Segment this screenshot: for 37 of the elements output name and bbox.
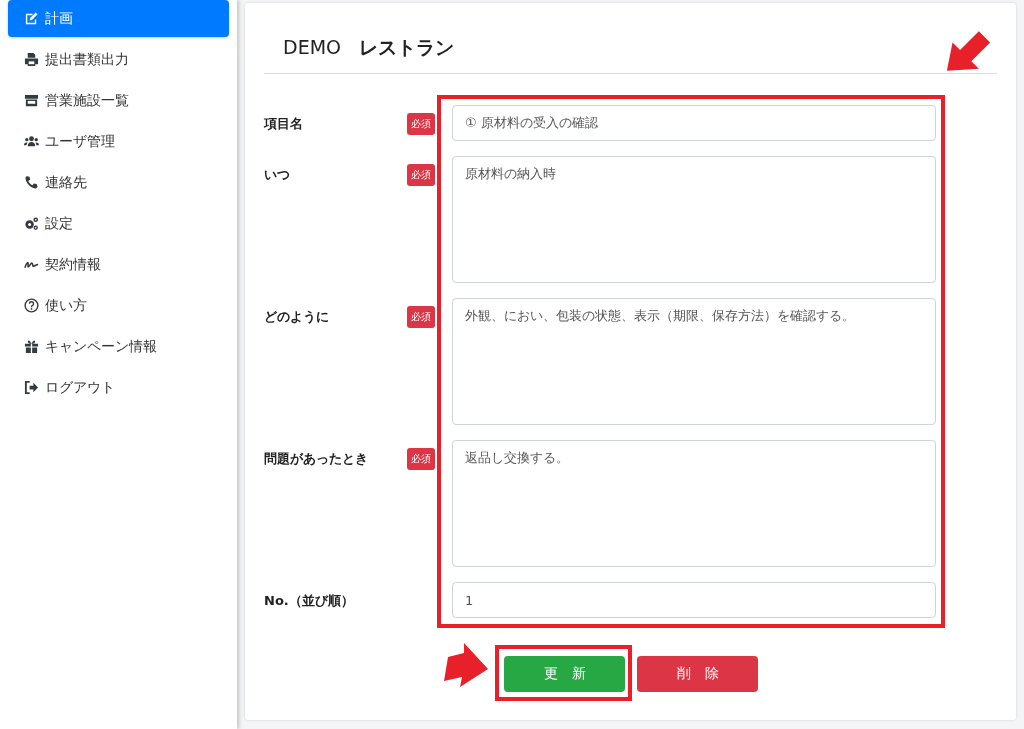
field-label: No.（並び順） — [264, 592, 355, 610]
delete-button[interactable]: 削 除 — [637, 656, 758, 692]
sidebar-item[interactable]: ログアウト — [8, 369, 229, 406]
sidebar-item[interactable]: 提出書類出力 — [8, 41, 229, 78]
textarea-field[interactable]: 原材料の納入時 — [452, 156, 936, 283]
required-badge: 必須 — [407, 448, 435, 470]
required-badge: 必須 — [407, 164, 435, 186]
gears-icon — [24, 216, 39, 231]
demo-label: DEMO — [283, 36, 341, 58]
sidebar-item[interactable]: ユーザ管理 — [8, 123, 229, 160]
required-badge: 必須 — [407, 306, 435, 328]
store-icon — [24, 93, 39, 108]
question-icon — [24, 298, 39, 313]
edit-icon — [24, 11, 39, 26]
textarea-field[interactable]: 外観、におい、包装の状態、表示（期限、保存方法）を確認する。 — [452, 298, 936, 425]
input-field[interactable]: ① 原材料の受入の確認 — [452, 105, 936, 141]
sidebar-item[interactable]: 設定 — [8, 205, 229, 242]
restaurant-title: レストラン — [359, 35, 454, 60]
sidebar-item[interactable]: 計画 — [8, 0, 229, 37]
sidebar-item[interactable]: 営業施設一覧 — [8, 82, 229, 119]
logout-icon — [24, 380, 39, 395]
textarea-field[interactable]: 返品し交換する。 — [452, 440, 936, 567]
printer-icon — [24, 52, 39, 67]
field-label: どのように — [264, 308, 330, 326]
gift-icon — [24, 339, 39, 354]
sidebar-item[interactable]: 連絡先 — [8, 164, 229, 201]
arrow-icon — [442, 643, 490, 689]
field-label: 項目名 — [264, 115, 304, 133]
input-field[interactable]: 1 — [452, 582, 936, 618]
sidebar-item[interactable]: 使い方 — [8, 287, 229, 324]
users-icon — [24, 134, 39, 149]
phone-icon — [24, 175, 39, 190]
field-label: 問題があったとき — [264, 450, 369, 468]
sidebar-item[interactable]: キャンペーン情報 — [8, 328, 229, 365]
required-badge: 必須 — [407, 113, 435, 135]
field-label: いつ — [264, 166, 291, 184]
sidebar-item[interactable]: 契約情報 — [8, 246, 229, 283]
